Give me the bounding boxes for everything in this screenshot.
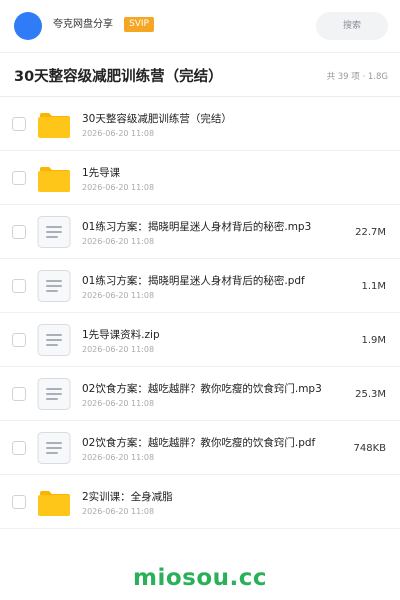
file-size: 25.3M — [355, 389, 386, 400]
avatar[interactable] — [14, 12, 42, 40]
file-date: 2026-06-20 11:08 — [82, 345, 155, 354]
file-name[interactable]: 2实训课：全身减脂 — [82, 490, 173, 504]
document-icon — [37, 378, 71, 410]
file-date: 2026-06-20 11:08 — [82, 507, 155, 516]
file-row[interactable]: 1先导课资料.zip 2026-06-20 11:08 1.9M — [0, 313, 400, 367]
file-row[interactable]: 01练习方案：揭晓明星迷人身材背后的秘密.pdf 2026-06-20 11:08… — [0, 259, 400, 313]
app-header: 夸克网盘分享 SVIP 搜索 — [0, 0, 400, 52]
document-icon — [37, 270, 71, 302]
file-name[interactable]: 1先导课资料.zip — [82, 328, 160, 342]
folder-title-bar: 30天整容级减肥训练营（完结） 共 39 项 · 1.8G — [0, 53, 400, 97]
file-name[interactable]: 30天整容级减肥训练营（完结） — [82, 112, 232, 126]
document-icon — [37, 216, 71, 248]
row-checkbox[interactable] — [12, 441, 26, 455]
file-size: 22.7M — [355, 227, 386, 238]
file-row[interactable]: 02饮食方案：越吃越胖？教你吃瘦的饮食窍门.pdf 2026-06-20 11:0… — [0, 421, 400, 475]
file-list: 30天整容级减肥训练营（完结） 2026-06-20 11:08 1先导课 2026-… — [0, 97, 400, 529]
folder-meta: 共 39 项 · 1.8G — [326, 72, 388, 82]
document-icon — [37, 432, 71, 464]
file-name[interactable]: 02饮食方案：越吃越胖？教你吃瘦的饮食窍门.pdf — [82, 436, 315, 450]
row-checkbox[interactable] — [12, 279, 26, 293]
svip-badge: SVIP — [124, 17, 154, 32]
file-date: 2026-06-20 11:08 — [82, 237, 155, 246]
file-size: 1.9M — [361, 335, 386, 346]
file-row[interactable]: 30天整容级减肥训练营（完结） 2026-06-20 11:08 — [0, 97, 400, 151]
file-name[interactable]: 02饮食方案：越吃越胖？教你吃瘦的饮食窍门.mp3 — [82, 382, 322, 396]
file-date: 2026-06-20 11:08 — [82, 453, 155, 462]
watermark: miosou.cc — [132, 565, 268, 591]
file-date: 2026-06-20 11:08 — [82, 129, 155, 138]
document-icon — [37, 324, 71, 356]
row-checkbox[interactable] — [12, 117, 26, 131]
file-name[interactable]: 01练习方案：揭晓明星迷人身材背后的秘密.mp3 — [82, 220, 311, 234]
file-row[interactable]: 1先导课 2026-06-20 11:08 — [0, 151, 400, 205]
app-name: 夸克网盘分享 — [53, 19, 113, 30]
row-checkbox[interactable] — [12, 333, 26, 347]
row-checkbox[interactable] — [12, 225, 26, 239]
file-row[interactable]: 2实训课：全身减脂 2026-06-20 11:08 — [0, 475, 400, 529]
folder-icon — [37, 108, 71, 140]
file-date: 2026-06-20 11:08 — [82, 183, 155, 192]
folder-icon — [37, 486, 71, 518]
folder-icon — [37, 162, 71, 194]
search-button[interactable]: 搜索 — [316, 12, 388, 40]
row-checkbox[interactable] — [12, 387, 26, 401]
file-date: 2026-06-20 11:08 — [82, 399, 155, 408]
file-row[interactable]: 01练习方案：揭晓明星迷人身材背后的秘密.mp3 2026-06-20 11:08… — [0, 205, 400, 259]
row-checkbox[interactable] — [12, 171, 26, 185]
file-name[interactable]: 01练习方案：揭晓明星迷人身材背后的秘密.pdf — [82, 274, 305, 288]
file-name[interactable]: 1先导课 — [82, 166, 120, 180]
file-size: 748KB — [353, 443, 386, 454]
file-row[interactable]: 02饮食方案：越吃越胖？教你吃瘦的饮食窍门.mp3 2026-06-20 11:0… — [0, 367, 400, 421]
file-date: 2026-06-20 11:08 — [82, 291, 155, 300]
file-size: 1.1M — [361, 281, 386, 292]
folder-title: 30天整容级减肥训练营（完结） — [14, 69, 223, 85]
row-checkbox[interactable] — [12, 495, 26, 509]
